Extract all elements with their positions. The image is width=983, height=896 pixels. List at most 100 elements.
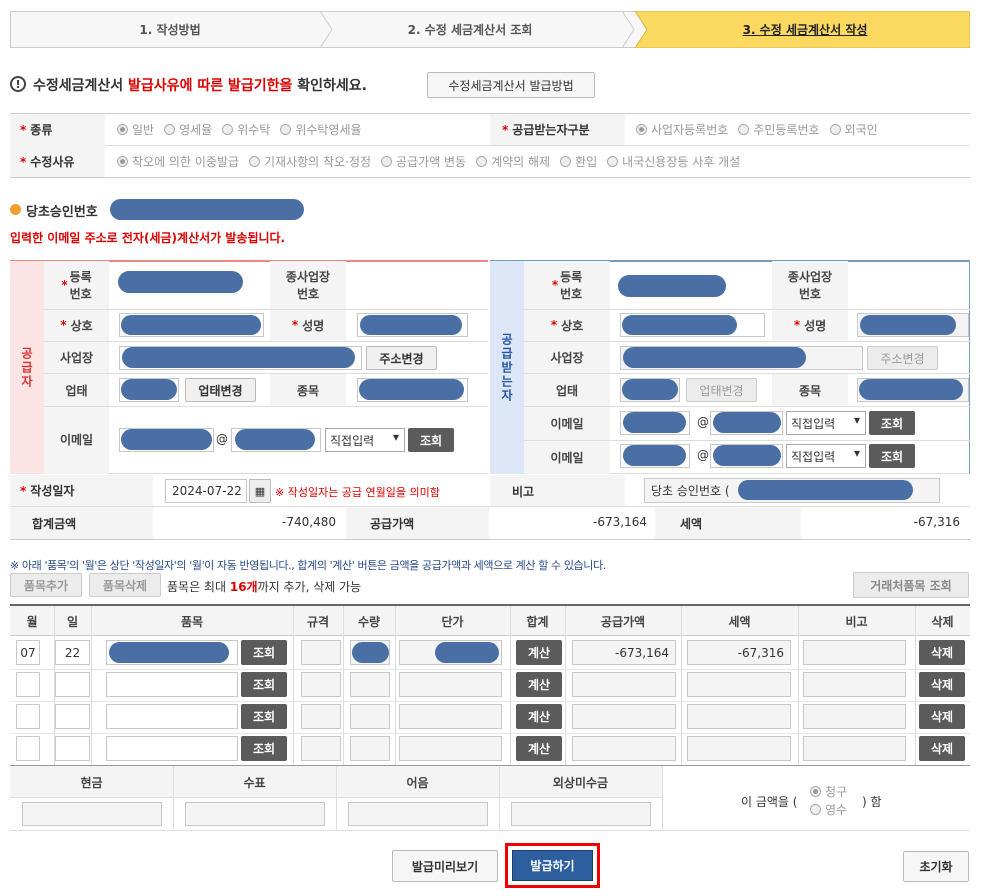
row-supply-input[interactable]: -673,164 bbox=[572, 640, 676, 665]
row-remark-input[interactable] bbox=[803, 704, 906, 729]
issue-button[interactable]: 발급하기 bbox=[512, 850, 593, 881]
row-month-input[interactable] bbox=[16, 704, 40, 729]
row-delete-button[interactable]: 삭제 bbox=[919, 704, 965, 729]
buyer-email2-select[interactable]: 직접입력 bbox=[786, 444, 866, 468]
supplier-email-select[interactable]: 직접입력 bbox=[325, 428, 405, 452]
col-header-qty: 수량 bbox=[357, 614, 381, 629]
buyer-regno-label: * 등록 번호 bbox=[551, 270, 583, 301]
row-qty-input[interactable] bbox=[350, 704, 390, 729]
row-tax-input[interactable]: -67,316 bbox=[687, 640, 791, 665]
row-price-input[interactable] bbox=[399, 672, 502, 697]
buyer-regno bbox=[618, 275, 726, 297]
step-3[interactable]: 3. 수정 세금계산서 작성 bbox=[660, 11, 950, 48]
row-delete-button[interactable]: 삭제 bbox=[919, 736, 965, 761]
buyer-addr-label: 사업장 bbox=[550, 350, 584, 365]
row-month-input[interactable] bbox=[16, 736, 40, 761]
row-item-input[interactable] bbox=[106, 672, 238, 697]
supplier-ceo-label: * 성명 bbox=[291, 318, 325, 333]
supplier-type-button[interactable]: 업태변경 bbox=[185, 378, 256, 402]
row-day-input[interactable]: 22 bbox=[55, 640, 90, 665]
buyer-type-button[interactable]: 업태변경 bbox=[686, 378, 757, 402]
row-tax-input[interactable] bbox=[687, 672, 791, 697]
row-day-input[interactable] bbox=[55, 672, 90, 697]
row-qty-input[interactable] bbox=[350, 672, 390, 697]
calendar-icon[interactable]: ▦ bbox=[249, 479, 271, 503]
row-delete-button[interactable]: 삭제 bbox=[919, 672, 965, 697]
reset-button[interactable]: 초기화 bbox=[903, 851, 969, 882]
row-tax-input[interactable] bbox=[687, 704, 791, 729]
row-supply-input[interactable] bbox=[572, 704, 676, 729]
claim-radio[interactable]: 청구 bbox=[810, 783, 847, 800]
row-month-input[interactable]: 07 bbox=[16, 640, 40, 665]
row-calc-button[interactable]: 계산 bbox=[516, 736, 562, 761]
supplier-addr-label: 사업장 bbox=[59, 350, 94, 365]
row-spec-input[interactable] bbox=[301, 736, 341, 761]
supplier-addr-button[interactable]: 주소변경 bbox=[366, 346, 437, 370]
buyer-email2-label: 이메일 bbox=[550, 450, 584, 465]
col-header-spec: 규격 bbox=[306, 614, 330, 629]
row-day-input[interactable] bbox=[55, 704, 90, 729]
redacted-mask bbox=[109, 642, 229, 663]
receipt-radio[interactable]: 영수 bbox=[810, 801, 847, 818]
pay-check-input[interactable] bbox=[185, 802, 325, 826]
supplier-email-label: 이메일 bbox=[59, 432, 94, 447]
buyer-addr-button[interactable]: 주소변경 bbox=[867, 346, 938, 370]
col-header-tax: 세액 bbox=[728, 614, 751, 629]
row-item-lookup[interactable]: 조회 bbox=[241, 640, 287, 665]
row-item-input[interactable] bbox=[106, 736, 238, 761]
row-spec-input[interactable] bbox=[301, 672, 341, 697]
row-spec-input[interactable] bbox=[301, 640, 341, 665]
item-limit: 품목은 최대 16개까지 추가, 삭제 가능 bbox=[167, 580, 362, 594]
row-item-lookup[interactable]: 조회 bbox=[241, 704, 287, 729]
write-date-input[interactable]: 2024-07-22 bbox=[165, 479, 247, 503]
supplier-side: 공급자 bbox=[10, 261, 44, 474]
notice-text: 수정세금계산서 발급사유에 따른 발급기한을 확인하세요. bbox=[33, 78, 367, 94]
col-header-item: 품목 bbox=[180, 614, 204, 629]
buyer-side: 공급받는자 bbox=[490, 261, 524, 474]
buyer-email1-select[interactable]: 직접입력 bbox=[786, 411, 866, 435]
row-remark-input[interactable] bbox=[803, 736, 906, 761]
delete-item-button[interactable]: 품목삭제 bbox=[89, 573, 161, 597]
write-date-label: * 작성일자 bbox=[20, 483, 75, 499]
pay-bill-input[interactable] bbox=[348, 802, 488, 826]
row-remark-input[interactable] bbox=[803, 672, 906, 697]
supplier-email-lookup[interactable]: 조회 bbox=[408, 428, 454, 452]
redacted-mask bbox=[352, 642, 389, 663]
row-item-lookup[interactable]: 조회 bbox=[241, 736, 287, 761]
supplier-regno bbox=[118, 271, 243, 293]
row-delete-button[interactable]: 삭제 bbox=[919, 640, 965, 665]
row-supply-input[interactable] bbox=[572, 672, 676, 697]
step-2[interactable]: 2. 수정 세금계산서 조회 bbox=[330, 11, 610, 48]
buyer-email2-lookup[interactable]: 조회 bbox=[869, 444, 915, 468]
row-spec-input[interactable] bbox=[301, 704, 341, 729]
recv-type-options[interactable]: 사업자등록번호 주민등록번호 외국인 bbox=[636, 114, 888, 145]
row-supply-input[interactable] bbox=[572, 736, 676, 761]
row-tax-input[interactable] bbox=[687, 736, 791, 761]
row-remark-input[interactable] bbox=[803, 640, 906, 665]
add-item-button[interactable]: 품목추가 bbox=[10, 573, 82, 597]
row-item-input[interactable] bbox=[106, 704, 238, 729]
tax-label: 세액 bbox=[680, 517, 703, 531]
row-qty-input[interactable] bbox=[350, 736, 390, 761]
at-sign: @ bbox=[216, 432, 228, 446]
row-day-input[interactable] bbox=[55, 736, 90, 761]
pay-cash-input[interactable] bbox=[22, 802, 162, 826]
issue-method-button[interactable]: 수정세금계산서 발급방법 bbox=[427, 72, 595, 98]
row-price-input[interactable] bbox=[399, 704, 502, 729]
row-price-input[interactable] bbox=[399, 736, 502, 761]
kind-options[interactable]: 일반 영세율 위수탁 위수탁영세율 bbox=[117, 114, 372, 145]
row-calc-button[interactable]: 계산 bbox=[516, 704, 562, 729]
pay-credit-input[interactable] bbox=[511, 802, 651, 826]
step-1[interactable]: 1. 작성방법 bbox=[30, 11, 310, 48]
row-month-input[interactable] bbox=[16, 672, 40, 697]
row-item-lookup[interactable]: 조회 bbox=[241, 672, 287, 697]
supply-value: -673,164 bbox=[593, 515, 647, 529]
buyer-email1-lookup[interactable]: 조회 bbox=[869, 411, 915, 435]
reason-options[interactable]: 착오에 의한 이중발급 기재사항의 착오·정정 공급가액 변동 계약의 해제 환… bbox=[117, 146, 750, 177]
col-header-delete: 삭제 bbox=[931, 614, 954, 629]
row-calc-button[interactable]: 계산 bbox=[516, 672, 562, 697]
row-calc-button[interactable]: 계산 bbox=[516, 640, 562, 665]
col-header-supply: 공급가액 bbox=[600, 614, 646, 629]
preview-button[interactable]: 발급미리보기 bbox=[392, 850, 498, 882]
partner-item-button[interactable]: 거래처품목 조회 bbox=[853, 572, 969, 598]
